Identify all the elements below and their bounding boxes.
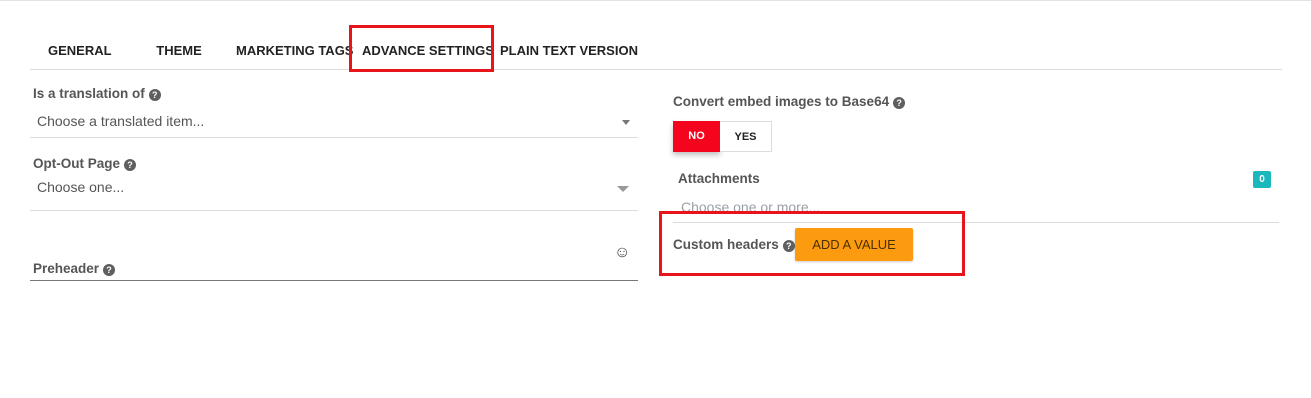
attachments-label: Attachments <box>678 171 760 186</box>
preheader-label-text: Preheader <box>33 261 100 276</box>
translation-label-text: Is a translation of <box>33 86 145 101</box>
add-value-button[interactable]: ADD A VALUE <box>795 228 913 261</box>
chevron-down-icon <box>617 186 629 192</box>
help-icon[interactable]: ? <box>148 89 161 101</box>
tab-marketing-tags[interactable]: MARKETING TAGS <box>236 38 353 64</box>
preheader-input-underline[interactable] <box>30 280 638 281</box>
tab-general[interactable]: GENERAL <box>48 38 112 64</box>
help-icon[interactable]: ? <box>103 264 116 276</box>
top-divider <box>0 0 1311 1</box>
optout-label: Opt-Out Page? <box>33 156 136 171</box>
attachments-count-badge: 0 <box>1253 171 1271 188</box>
chevron-down-icon <box>622 120 630 125</box>
optout-select-value: Choose one... <box>37 179 125 195</box>
help-icon[interactable]: ? <box>124 159 136 171</box>
help-icon[interactable]: ? <box>893 97 906 109</box>
attachments-divider <box>673 222 1279 223</box>
tab-advance-settings[interactable]: ADVANCE SETTINGS <box>362 38 494 64</box>
translation-select[interactable]: Choose a translated item... <box>30 108 638 138</box>
optout-label-text: Opt-Out Page <box>33 156 120 171</box>
custom-headers-label: Custom headers? <box>673 237 795 252</box>
translation-select-value: Choose a translated item... <box>37 113 205 129</box>
tab-theme[interactable]: THEME <box>153 38 205 64</box>
toggle-yes-button[interactable]: YES <box>720 121 772 152</box>
tab-plain-text-version[interactable]: PLAIN TEXT VERSION <box>500 38 638 64</box>
base64-toggle: NO YES <box>673 121 773 152</box>
emoji-picker-icon[interactable]: ☺ <box>614 244 630 262</box>
translation-label: Is a translation of? <box>33 86 161 101</box>
tab-bar: GENERAL THEME MARKETING TAGS ADVANCE SET… <box>30 38 1282 70</box>
base64-label: Convert embed images to Base64? <box>673 94 906 109</box>
attachments-select[interactable]: Choose one or more... <box>681 199 820 215</box>
optout-select[interactable]: Choose one... <box>30 174 638 211</box>
preheader-label: Preheader? <box>33 261 116 276</box>
base64-label-text: Convert embed images to Base64 <box>673 94 890 109</box>
toggle-no-button[interactable]: NO <box>673 121 720 152</box>
custom-headers-label-text: Custom headers <box>673 237 779 252</box>
help-icon[interactable]: ? <box>782 240 795 252</box>
